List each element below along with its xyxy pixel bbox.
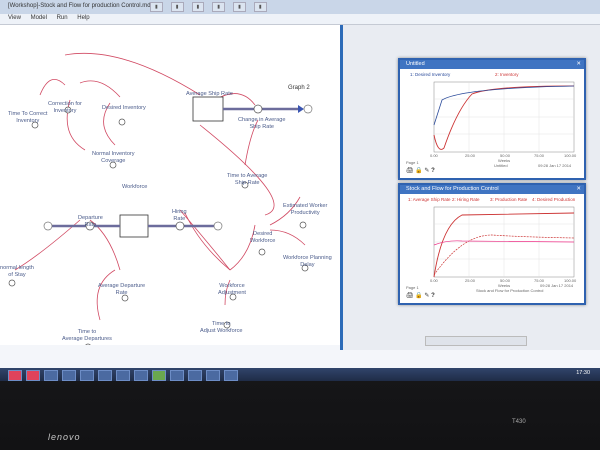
- var-average-ship-rate[interactable]: Average Ship Rate: [186, 91, 233, 98]
- close-icon[interactable]: ✕: [576, 185, 581, 194]
- toolbar-icons[interactable]: 🖨 🔒 ✎ ?: [406, 167, 435, 174]
- var-departure-rate[interactable]: Departure Rate: [78, 215, 103, 229]
- taskbar-app[interactable]: [152, 370, 166, 381]
- x-tick: 25.00: [465, 153, 476, 158]
- taskbar-app[interactable]: [44, 370, 58, 381]
- menu-bar: View Model Run Help: [0, 14, 600, 25]
- taskbar-clock[interactable]: 17:30: [576, 370, 590, 376]
- window-title: [Workshop]-Stock and Flow for production…: [8, 3, 152, 9]
- var-workforce[interactable]: Workforce: [122, 184, 147, 191]
- x-tick: 100.00: [564, 153, 577, 158]
- graph-window-title: Stock and Flow for Production Control: [406, 186, 499, 192]
- graph-label[interactable]: Graph 2: [288, 85, 310, 91]
- tab[interactable]: ▮: [253, 2, 267, 12]
- model-diagram: [8, 52, 313, 345]
- taskbar: 17:30: [0, 368, 600, 381]
- menu-item-run[interactable]: Run: [57, 15, 68, 21]
- tab[interactable]: ▮: [212, 2, 226, 12]
- title-bar: [Workshop]-Stock and Flow for production…: [0, 0, 600, 14]
- laptop-model: T430: [512, 419, 526, 425]
- var-normal-inventory-coverage[interactable]: Normal Inventory Coverage: [92, 151, 135, 165]
- close-icon[interactable]: ✕: [576, 60, 581, 69]
- legend-inventory: 2: Inventory: [495, 72, 519, 77]
- taskbar-app[interactable]: [116, 370, 130, 381]
- var-time-to-average-ship-rate[interactable]: Time to Average Ship Rate: [227, 173, 267, 187]
- var-workforce-planning-delay[interactable]: Workforce Planning Delay: [283, 255, 332, 269]
- x-tick: 0.00: [430, 153, 438, 158]
- model-canvas[interactable]: Time To Correct Inventory Correction for I…: [0, 25, 340, 345]
- taskbar-app[interactable]: [80, 370, 94, 381]
- x-tick: 0.00: [430, 278, 438, 283]
- legend-desired-inventory: 1: Desired Inventory: [410, 72, 451, 77]
- var-desired-inventory[interactable]: Desired Inventory: [102, 105, 146, 112]
- graph-window-title: Untitled: [406, 61, 425, 67]
- page-label: Page 1: [406, 285, 419, 290]
- page-label: Page 1: [406, 160, 419, 165]
- timestamp: 09:28 Jan 17 2014: [538, 163, 572, 168]
- start-button[interactable]: [8, 370, 22, 381]
- taskbar-app[interactable]: [206, 370, 220, 381]
- menu-item-help[interactable]: Help: [77, 15, 89, 21]
- taskbar-app[interactable]: [26, 370, 40, 381]
- var-desired-workforce[interactable]: Desired Workforce: [250, 231, 275, 245]
- var-average-departure-rate[interactable]: Average Departure Rate: [98, 283, 145, 297]
- var-normal-length-of-stay[interactable]: normal length of Stay: [0, 265, 34, 279]
- graph-window-titlebar[interactable]: Untitled ✕: [400, 60, 584, 69]
- tab[interactable]: ▮: [170, 2, 184, 12]
- timestamp: 09:28 Jan 17 2014: [540, 283, 574, 288]
- legend-average-ship-rate: 1: Average Ship Rate: [408, 197, 451, 202]
- tab[interactable]: ▮: [191, 2, 205, 12]
- tab[interactable]: ▮: [233, 2, 246, 12]
- var-change-in-average-ship-rate[interactable]: Change in Average Ship Rate: [238, 117, 285, 131]
- menu-item-view[interactable]: View: [8, 15, 21, 21]
- run-controls[interactable]: [425, 336, 527, 346]
- x-tick: 75.00: [534, 153, 545, 158]
- var-estimated-worker-productivity[interactable]: Estimated Worker Productivity: [283, 203, 327, 217]
- var-time-to-average-departures[interactable]: Time to Average Departures: [62, 329, 112, 343]
- var-correction-for-inventory[interactable]: Correction for Inventory: [48, 101, 82, 115]
- graph-window-titlebar[interactable]: Stock and Flow for Production Control ✕: [400, 185, 584, 194]
- graph-plot-1: [433, 81, 575, 153]
- taskbar-app[interactable]: [62, 370, 76, 381]
- status-text: Stock and Flow for Production Control: [476, 288, 544, 293]
- taskbar-app[interactable]: [170, 370, 184, 381]
- taskbar-app[interactable]: [134, 370, 148, 381]
- var-workforce-adjustment[interactable]: Workforce Adjustment: [218, 283, 246, 297]
- browser-tabs: ▮ ▮ ▮ ▮ ▮ ▮: [150, 2, 550, 12]
- taskbar-app[interactable]: [224, 370, 238, 381]
- legend-hiring-rate: 2: Hiring Rate: [452, 197, 480, 202]
- graph-plot-2: [433, 206, 575, 278]
- menu-item-model[interactable]: Model: [31, 15, 47, 21]
- taskbar-app[interactable]: [98, 370, 112, 381]
- graph-window-stock-flow[interactable]: Stock and Flow for Production Control ✕ 1…: [398, 183, 586, 305]
- laptop-brand: lenovo: [48, 432, 81, 442]
- var-hiring-rate[interactable]: Hiring Rate: [172, 209, 187, 223]
- taskbar-app[interactable]: [188, 370, 202, 381]
- status-text: Untitled: [494, 163, 508, 168]
- x-tick: 25.00: [465, 278, 476, 283]
- graph-window-untitled[interactable]: Untitled ✕ 1: Desired Inventory 2: Invent…: [398, 58, 586, 180]
- screen: [Workshop]-Stock and Flow for production…: [0, 0, 600, 368]
- var-time-to-correct-inventory[interactable]: Time To Correct Inventory: [8, 111, 47, 125]
- tab[interactable]: ▮: [150, 2, 163, 12]
- var-time-to-adjust-workforce[interactable]: Time to Adjust Workforce: [200, 321, 243, 335]
- legend-production-rate: 3: Production Rate: [490, 197, 528, 202]
- toolbar-icons[interactable]: 🖨 🔒 ✎ ?: [406, 292, 435, 299]
- legend-desired-production: 4: Desired Production: [532, 197, 576, 202]
